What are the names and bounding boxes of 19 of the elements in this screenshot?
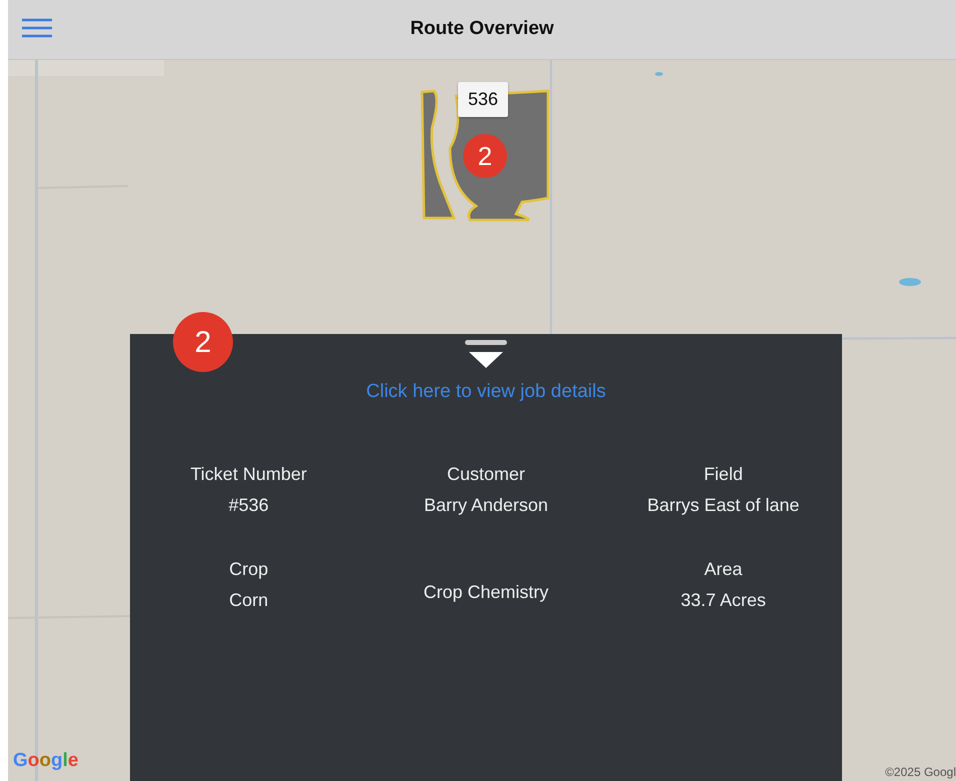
detail-value: Corn — [229, 589, 268, 612]
detail-value: Barry Anderson — [424, 494, 548, 517]
menu-icon — [22, 18, 52, 38]
detail-label: Ticket Number — [190, 463, 307, 486]
detail-label: Crop — [229, 558, 268, 581]
detail-label: Field — [704, 463, 743, 486]
map-logo: Google — [13, 748, 78, 772]
job-details-link[interactable]: Click here to view job details — [366, 381, 606, 402]
map-attribution: ©2025 Googl — [885, 764, 956, 781]
detail-label: Customer — [446, 463, 525, 486]
field-label: 536 — [458, 82, 508, 117]
detail-label: Crop Chemistry — [423, 581, 548, 604]
detail-value: Barrys East of lane — [647, 494, 800, 517]
detail-value: #536 — [228, 494, 269, 517]
menu-button[interactable] — [22, 18, 52, 38]
header-title: Route Overview — [410, 17, 554, 42]
collapse-handle-icon[interactable] — [463, 340, 509, 370]
detail-label: Area — [704, 558, 742, 581]
detail-value: 33.7 Acres — [680, 589, 766, 612]
